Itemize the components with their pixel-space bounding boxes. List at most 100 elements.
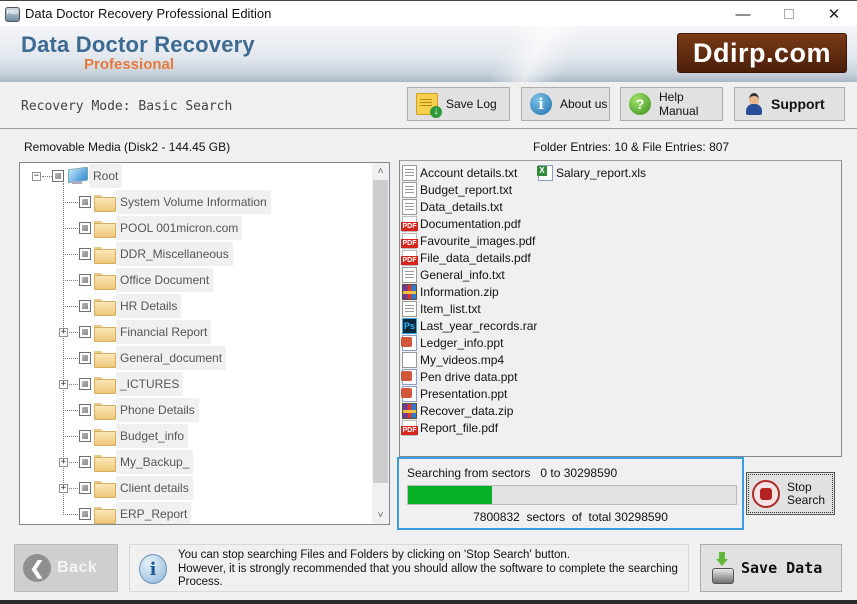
file-item[interactable]: Information.zip xyxy=(402,283,499,300)
file-item[interactable]: Report_file.pdf xyxy=(401,419,498,436)
folder-tree[interactable]: − Root System Volume Information POOL 001mi… xyxy=(19,162,390,525)
save-data-button[interactable]: Save Data xyxy=(700,544,842,592)
tree-checkbox[interactable] xyxy=(52,170,64,182)
tree-checkbox[interactable] xyxy=(79,300,91,312)
tree-label[interactable]: Client details xyxy=(116,476,193,500)
folder-icon xyxy=(94,455,116,472)
file-list[interactable]: Account details.txt Budget_report.txt Data… xyxy=(399,160,842,457)
tree-label[interactable]: HR Details xyxy=(116,294,182,318)
tree-label[interactable]: _ICTURES xyxy=(116,372,184,396)
progress-detail: 7800832 sectors of total 30298590 xyxy=(473,510,668,524)
tree-label[interactable]: General_document xyxy=(116,346,227,370)
file-item[interactable]: Budget_report.txt xyxy=(402,181,512,198)
tree-item[interactable]: POOL 001micron.com xyxy=(20,216,360,240)
tree-connector xyxy=(63,436,80,437)
tree-checkbox[interactable] xyxy=(79,404,91,416)
tree-item[interactable]: DDR_Miscellaneous xyxy=(20,242,360,266)
expand-toggle[interactable]: + xyxy=(59,458,68,467)
file-item[interactable]: File_data_details.pdf xyxy=(401,249,531,266)
expand-toggle[interactable]: + xyxy=(59,380,68,389)
file-item[interactable]: Data_details.txt xyxy=(402,198,503,215)
expand-toggle[interactable]: + xyxy=(59,328,68,337)
tree-item[interactable]: + _ICTURES xyxy=(20,372,360,396)
tree-item[interactable]: Budget_info xyxy=(20,424,360,448)
tree-label[interactable]: My_Backup_ xyxy=(116,450,194,474)
tree-item[interactable]: + My_Backup_ xyxy=(20,450,360,474)
text-file-icon xyxy=(402,198,417,215)
tree-root[interactable]: − Root xyxy=(20,164,360,188)
file-name: Account details.txt xyxy=(420,165,518,180)
tree-label[interactable]: ERP_Report xyxy=(116,502,192,524)
minimize-button[interactable]: — xyxy=(720,1,766,27)
site-badge: Ddirp.com xyxy=(677,33,847,73)
tree-label[interactable]: Root xyxy=(89,164,123,188)
tree-scrollbar[interactable]: ˄ ˅ xyxy=(372,163,389,524)
title-bar: Data Doctor Recovery Professional Editio… xyxy=(0,0,857,26)
tree-checkbox[interactable] xyxy=(79,274,91,286)
back-button[interactable]: ❮ Back xyxy=(14,544,118,592)
file-item[interactable]: Recover_data.zip xyxy=(402,402,513,419)
tree-label[interactable]: Financial Report xyxy=(116,320,212,344)
file-item[interactable]: Favourite_images.pdf xyxy=(401,232,535,249)
scroll-thumb[interactable] xyxy=(373,180,388,483)
help-manual-button[interactable]: ? Help Manual xyxy=(620,87,723,121)
support-button[interactable]: Support xyxy=(734,87,845,121)
collapse-toggle[interactable]: − xyxy=(32,172,41,181)
tree-connector xyxy=(63,306,80,307)
stop-search-button[interactable]: Stop Search xyxy=(746,472,835,515)
file-item[interactable]: Presentation.ppt xyxy=(401,385,507,402)
folder-icon xyxy=(94,221,116,238)
tree-checkbox[interactable] xyxy=(79,456,91,468)
tree-item[interactable]: Office Document xyxy=(20,268,360,292)
tree-item[interactable]: ERP_Report xyxy=(20,502,360,524)
tree-checkbox[interactable] xyxy=(79,508,91,520)
tree-checkbox[interactable] xyxy=(79,222,91,234)
tree-checkbox[interactable] xyxy=(79,482,91,494)
support-label: Support xyxy=(771,96,825,112)
tree-label[interactable]: Budget_info xyxy=(116,424,189,448)
file-name: Salary_report.xls xyxy=(556,165,647,180)
tree-item[interactable]: General_document xyxy=(20,346,360,370)
folder-icon xyxy=(94,377,116,394)
tree-checkbox[interactable] xyxy=(79,326,91,338)
maximize-button[interactable] xyxy=(766,1,812,27)
tree-checkbox[interactable] xyxy=(79,378,91,390)
file-item[interactable]: Ledger_info.ppt xyxy=(401,334,503,351)
tree-label[interactable]: Phone Details xyxy=(116,398,199,422)
close-button[interactable]: ✕ xyxy=(811,1,857,27)
file-item[interactable]: Documentation.pdf xyxy=(401,215,521,232)
file-item[interactable]: Pen drive data.ppt xyxy=(401,368,517,385)
file-name: File_data_details.pdf xyxy=(420,250,531,265)
save-log-button[interactable]: Save Log xyxy=(407,87,510,121)
folder-icon xyxy=(94,351,116,368)
document-download-icon xyxy=(416,93,442,118)
expand-toggle[interactable]: + xyxy=(59,484,68,493)
tree-label[interactable]: POOL 001micron.com xyxy=(116,216,243,240)
file-item[interactable]: Account details.txt xyxy=(402,164,517,181)
file-item[interactable]: General_info.txt xyxy=(402,266,505,283)
about-us-button[interactable]: i About us xyxy=(521,87,610,121)
file-item[interactable]: My_videos.mp4 xyxy=(402,351,504,368)
computer-icon xyxy=(67,167,87,185)
tree-checkbox[interactable] xyxy=(79,430,91,442)
tree-item[interactable]: + Financial Report xyxy=(20,320,360,344)
tree-label[interactable]: System Volume Information xyxy=(116,190,271,214)
photoshop-file-icon: Ps xyxy=(402,317,417,334)
tree-item[interactable]: HR Details xyxy=(20,294,360,318)
tree-item[interactable]: Phone Details xyxy=(20,398,360,422)
info-icon: i xyxy=(530,93,552,115)
scroll-down-button[interactable]: ˅ xyxy=(372,507,389,524)
tree-label[interactable]: DDR_Miscellaneous xyxy=(116,242,233,266)
file-item[interactable]: Ps Last_year_records.rar xyxy=(402,317,537,334)
tree-label[interactable]: Office Document xyxy=(116,268,214,292)
file-item[interactable]: Item_list.txt xyxy=(402,300,481,317)
tree-item[interactable]: System Volume Information xyxy=(20,190,360,214)
tree-checkbox[interactable] xyxy=(79,196,91,208)
support-person-icon xyxy=(745,93,763,115)
tree-checkbox[interactable] xyxy=(79,352,91,364)
file-item[interactable]: Salary_report.xls xyxy=(537,164,647,181)
tree-checkbox[interactable] xyxy=(79,248,91,260)
scroll-up-button[interactable]: ˄ xyxy=(372,163,389,180)
stop-search-label: Stop Search xyxy=(787,479,826,507)
tree-item[interactable]: + Client details xyxy=(20,476,360,500)
